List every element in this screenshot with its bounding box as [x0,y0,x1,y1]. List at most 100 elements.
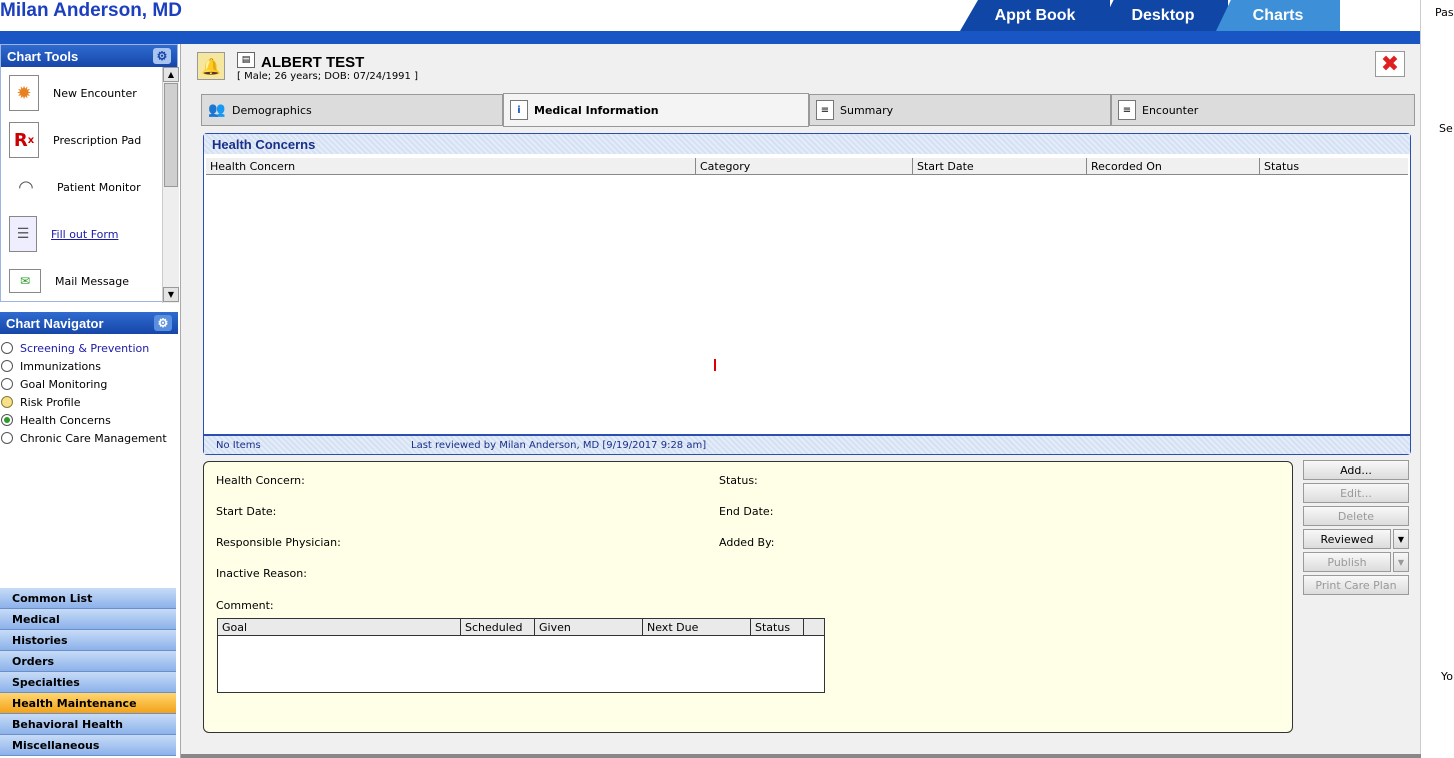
tool-fill-out-form[interactable]: ☰ Fill out Form [9,214,159,254]
tool-label: New Encounter [53,86,137,100]
category-health-maintenance[interactable]: Health Maintenance [0,693,176,714]
bottom-border [181,754,1421,758]
nav-item-label: Goal Monitoring [20,377,108,391]
status-label: Status: [719,474,758,487]
chart-navigator-header: Chart Navigator ⚙ [0,312,178,334]
column-next-due[interactable]: Next Due [643,619,751,635]
tool-label: Prescription Pad [53,133,142,147]
radio-icon[interactable] [1,432,13,444]
scroll-up-icon[interactable]: ▲ [163,67,179,82]
bell-icon[interactable]: 🔔 [197,52,225,80]
category-common-list[interactable]: Common List [0,588,176,609]
category-miscellaneous[interactable]: Miscellaneous [0,735,176,756]
health-concerns-header: Health Concern Category Start Date Recor… [206,158,1408,175]
app-title: Milan Anderson, MD [0,0,182,21]
radio-icon[interactable] [1,396,13,408]
nav-item-goal-monitoring[interactable]: Goal Monitoring [0,375,107,393]
nav-item-label: Chronic Care Management [20,431,167,445]
chart-tools-title: Chart Tools [7,48,79,64]
column-health-concern[interactable]: Health Concern [206,158,696,174]
edit-button[interactable]: Edit... [1303,483,1409,503]
reviewed-dropdown-icon[interactable]: ▼ [1393,529,1409,549]
tool-new-encounter[interactable]: ✹ New Encounter [9,73,159,113]
patient-card-icon[interactable]: ▤ [237,52,255,68]
tab-label: Encounter [1142,103,1199,117]
gauge-icon: ◠ [18,176,34,198]
chart-navigator-title: Chart Navigator [6,315,104,331]
publish-button[interactable]: Publish [1303,552,1391,572]
inactive-reason-label: Inactive Reason: [216,567,307,580]
tab-summary[interactable]: ≡ Summary [809,94,1111,126]
tool-patient-monitor[interactable]: ◠ Patient Monitor [9,167,159,207]
main-content: 🔔 ▤ ALBERT TEST [ Male; 26 years; DOB: 0… [180,44,1421,758]
delete-button[interactable]: Delete [1303,506,1409,526]
column-status[interactable]: Status [1260,158,1408,174]
last-reviewed: Last reviewed by Milan Anderson, MD [9/1… [411,439,707,451]
category-medical[interactable]: Medical [0,609,176,630]
tool-label[interactable]: Fill out Form [51,228,118,241]
strip-label: Se [1439,122,1453,135]
category-orders[interactable]: Orders [0,651,176,672]
nav-item-screening-prevention[interactable]: Screening & Prevention [0,339,149,357]
nav-item-label: Risk Profile [20,395,81,409]
info-icon: i [510,100,528,120]
radio-icon[interactable] [1,360,13,372]
print-care-plan-button[interactable]: Print Care Plan [1303,575,1409,595]
nav-item-immunizations[interactable]: Immunizations [0,357,101,375]
close-icon: ✖ [1380,51,1400,77]
column-recorded-on[interactable]: Recorded On [1087,158,1260,174]
publish-dropdown-icon[interactable]: ▼ [1393,552,1409,572]
health-concern-label: Health Concern: [216,474,305,487]
document-icon: ≡ [816,100,834,120]
radio-selected-icon[interactable] [1,414,13,426]
tab-medical-information[interactable]: i Medical Information [503,93,809,127]
new-encounter-icon: ✹ [9,75,39,111]
tab-label: Medical Information [534,103,659,117]
tab-demographics[interactable]: 👥 Demographics [201,94,503,126]
health-concerns-footer: No Items Last reviewed by Milan Anderson… [204,434,1410,454]
scroll-thumb[interactable] [164,83,178,187]
scroll-down-icon[interactable]: ▼ [163,287,179,302]
chart-tools-header: Chart Tools ⚙ [1,45,177,67]
tab-charts[interactable]: Charts [1216,0,1340,31]
tab-desktop[interactable]: Desktop [1098,0,1228,31]
reviewed-button[interactable]: Reviewed [1303,529,1391,549]
column-category[interactable]: Category [696,158,913,174]
rx-icon: Rx [9,122,39,158]
tool-prescription-pad[interactable]: Rx Prescription Pad [9,120,159,160]
add-button[interactable]: Add... [1303,460,1409,480]
category-behavioral-health[interactable]: Behavioral Health [0,714,176,735]
mail-icon: ✉ [9,269,41,293]
paste-label[interactable]: Pas [1435,6,1454,19]
tab-appt-book[interactable]: Appt Book [960,0,1110,31]
tool-mail-message[interactable]: ✉ Mail Message [9,261,159,301]
column-given[interactable]: Given [535,619,643,635]
nav-item-risk-profile[interactable]: Risk Profile [0,393,81,411]
item-count: No Items [216,439,261,451]
category-specialties[interactable]: Specialties [0,672,176,693]
category-histories[interactable]: Histories [0,630,176,651]
nav-item-health-concerns[interactable]: Health Concerns [0,411,111,429]
close-chart-button[interactable]: ✖ [1375,51,1405,77]
gear-icon[interactable]: ⚙ [153,48,171,64]
tools-scrollbar[interactable]: ▲ ▼ [162,67,179,303]
column-scheduled[interactable]: Scheduled [461,619,535,635]
added-by-label: Added By: [719,536,775,549]
tab-encounter[interactable]: ≡ Encounter [1111,94,1415,126]
column-start-date[interactable]: Start Date [913,158,1087,174]
start-date-label: Start Date: [216,505,277,518]
nav-item-label: Immunizations [20,359,101,373]
tool-label: Mail Message [55,274,130,288]
radio-icon[interactable] [1,378,13,390]
column-goal[interactable]: Goal [218,619,461,635]
gear-icon[interactable]: ⚙ [154,315,172,331]
patient-info: [ Male; 26 years; DOB: 07/24/1991 ] [237,71,418,82]
radio-icon[interactable] [1,342,13,354]
goal-table: Goal Scheduled Given Next Due Status [217,618,825,693]
nav-item-chronic-care[interactable]: Chronic Care Management [0,429,167,447]
people-icon: 👥 [208,102,226,118]
column-status[interactable]: Status [751,619,804,635]
comment-label: Comment: [216,599,274,612]
tab-label: Summary [840,103,894,117]
header-bar [0,31,1420,44]
